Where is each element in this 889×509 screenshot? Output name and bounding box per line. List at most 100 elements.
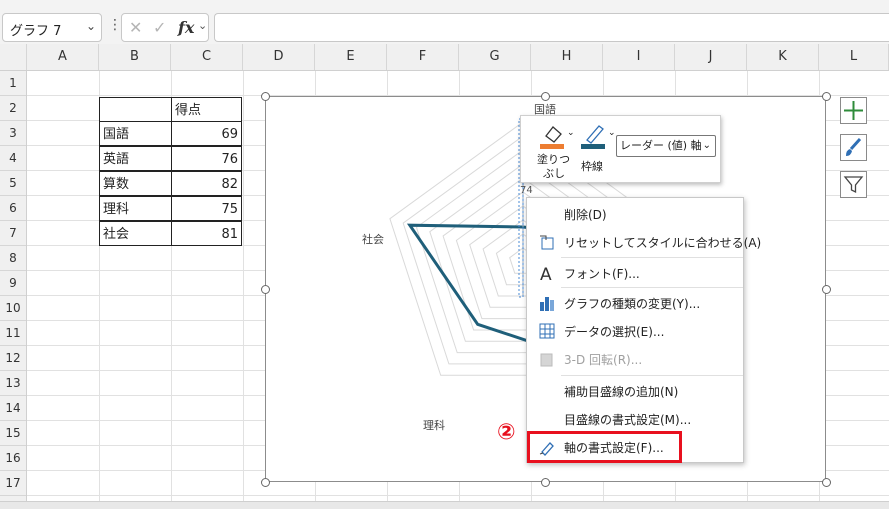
category-label: 社会 bbox=[362, 233, 384, 246]
column-header[interactable]: F bbox=[387, 44, 459, 70]
subject-cell[interactable]: 算数 bbox=[99, 171, 172, 196]
column-header[interactable]: A bbox=[27, 44, 99, 70]
chevron-down-icon[interactable]: ⌄ bbox=[198, 19, 207, 32]
resize-handle[interactable] bbox=[822, 285, 831, 294]
menu-item-label: データの選択(E)... bbox=[564, 325, 665, 339]
insert-function-button[interactable]: fx bbox=[178, 18, 194, 37]
menu-item-3d-rotation: 3-D 回転(R)... bbox=[527, 345, 743, 373]
chevron-down-icon[interactable]: ⌄ bbox=[567, 128, 575, 138]
chart-styles-button[interactable] bbox=[840, 134, 867, 161]
filter-icon bbox=[843, 176, 864, 194]
resize-handle[interactable] bbox=[261, 285, 270, 294]
subject-cell[interactable]: 理科 bbox=[99, 196, 172, 221]
row-header[interactable]: 14 bbox=[0, 396, 26, 421]
menu-item-select-data[interactable]: データの選択(E)... bbox=[527, 317, 743, 345]
menu-item-label: 目盛線の書式設定(M)... bbox=[564, 413, 692, 427]
chart-element-selector-value: レーダー (値) 軸 bbox=[620, 139, 702, 152]
subject-cell[interactable]: 国語 bbox=[99, 121, 172, 146]
outline-button[interactable]: ⌄ 枠線 bbox=[581, 120, 616, 178]
chart-type-icon bbox=[540, 297, 554, 311]
fill-label: ぶし bbox=[543, 167, 565, 180]
formula-input[interactable] bbox=[214, 13, 889, 42]
menu-item-label: 3-D 回転(R)... bbox=[564, 353, 643, 367]
cancel-icon[interactable]: ✕ bbox=[129, 18, 142, 37]
column-header[interactable]: J bbox=[675, 44, 747, 70]
pen-icon bbox=[581, 125, 605, 149]
resize-handle[interactable] bbox=[541, 92, 550, 101]
row-header[interactable]: 12 bbox=[0, 346, 26, 371]
font-icon: A bbox=[540, 265, 552, 282]
row-header[interactable]: 3 bbox=[0, 121, 26, 146]
row-header[interactable]: 13 bbox=[0, 371, 26, 396]
menu-item-label: 削除(D) bbox=[564, 208, 607, 222]
score-cell[interactable]: 76 bbox=[171, 146, 242, 171]
resize-handle[interactable] bbox=[822, 92, 831, 101]
column-header[interactable]: B bbox=[99, 44, 171, 70]
row-header[interactable]: 17 bbox=[0, 471, 26, 496]
chevron-down-icon[interactable]: ⌄ bbox=[608, 128, 616, 138]
step-callout: ② bbox=[497, 420, 516, 445]
paint-bucket-icon bbox=[540, 126, 564, 149]
chart-filters-button[interactable] bbox=[840, 171, 867, 198]
outline-label: 枠線 bbox=[581, 160, 603, 173]
chevron-down-icon[interactable]: ⌄ bbox=[86, 19, 96, 33]
menu-item-add-minor-gridlines[interactable]: 補助目盛線の追加(N) bbox=[527, 377, 743, 405]
row-header[interactable]: 7 bbox=[0, 221, 26, 246]
row-header[interactable]: 8 bbox=[0, 246, 26, 271]
column-header[interactable]: C bbox=[171, 44, 243, 70]
resize-handle[interactable] bbox=[261, 478, 270, 487]
subject-cell[interactable]: 英語 bbox=[99, 146, 172, 171]
resize-handle[interactable] bbox=[261, 92, 270, 101]
fill-button[interactable]: ⌄ 塗りつ ぶし bbox=[537, 120, 583, 180]
chart-elements-button[interactable] bbox=[840, 97, 867, 124]
row-header[interactable]: 5 bbox=[0, 171, 26, 196]
column-header[interactable]: I bbox=[603, 44, 675, 70]
menu-item-label: フォント(F)... bbox=[564, 267, 640, 281]
menu-item-format-gridlines[interactable]: 目盛線の書式設定(M)... bbox=[527, 405, 743, 433]
axis-tick-label: 74 bbox=[520, 185, 533, 196]
reset-style-icon bbox=[540, 235, 554, 250]
column-header[interactable]: E bbox=[315, 44, 387, 70]
menu-item-reset-style[interactable]: リセットしてスタイルに合わせる(A) bbox=[527, 228, 761, 256]
chevron-down-icon[interactable]: ⌄ bbox=[703, 136, 711, 156]
table-header-score[interactable]: 得点 bbox=[171, 97, 242, 122]
highlight-box bbox=[527, 431, 682, 463]
row-header[interactable]: 2 bbox=[0, 96, 26, 121]
score-cell[interactable]: 81 bbox=[171, 221, 242, 246]
row-header[interactable]: 1 bbox=[0, 71, 26, 96]
chart-element-selector[interactable]: レーダー (値) 軸 ⌄ bbox=[616, 135, 716, 157]
column-header[interactable]: L bbox=[819, 44, 889, 70]
score-cell[interactable]: 75 bbox=[171, 196, 242, 221]
name-box[interactable]: グラフ 7 ⌄ bbox=[2, 13, 102, 42]
row-header[interactable]: 6 bbox=[0, 196, 26, 221]
enter-icon[interactable]: ✓ bbox=[153, 18, 166, 37]
select-all-corner[interactable] bbox=[0, 44, 27, 70]
row-headers: 1 2 3 4 5 6 7 8 9 10 11 12 13 14 15 16 1… bbox=[0, 71, 27, 501]
resize-handle[interactable] bbox=[822, 478, 831, 487]
row-header[interactable]: 4 bbox=[0, 146, 26, 171]
row-header[interactable]: 16 bbox=[0, 446, 26, 471]
column-header[interactable]: H bbox=[531, 44, 603, 70]
score-cell[interactable]: 82 bbox=[171, 171, 242, 196]
more-options-icon[interactable]: ⋮ bbox=[108, 17, 122, 33]
row-header[interactable]: 9 bbox=[0, 271, 26, 296]
brush-icon bbox=[846, 137, 862, 156]
subject-cell[interactable]: 社会 bbox=[99, 221, 172, 246]
column-header[interactable]: G bbox=[459, 44, 531, 70]
row-header[interactable]: 10 bbox=[0, 296, 26, 321]
row-header[interactable]: 11 bbox=[0, 321, 26, 346]
3d-rotation-icon bbox=[540, 353, 553, 367]
menu-item-font[interactable]: A フォント(F)... bbox=[527, 259, 743, 287]
column-header[interactable]: K bbox=[747, 44, 819, 70]
menu-item-change-chart-type[interactable]: グラフの種類の変更(Y)... bbox=[527, 289, 743, 317]
menu-item-delete[interactable]: 削除(D) bbox=[527, 200, 743, 228]
formula-buttons: ✕ ✓ fx ⌄ bbox=[121, 13, 209, 42]
name-box-value: グラフ 7 bbox=[10, 24, 62, 39]
score-cell[interactable]: 69 bbox=[171, 121, 242, 146]
row-header[interactable]: 15 bbox=[0, 421, 26, 446]
category-label: 理科 bbox=[423, 419, 445, 432]
resize-handle[interactable] bbox=[541, 478, 550, 487]
column-header[interactable]: D bbox=[243, 44, 315, 70]
table-corner-cell[interactable] bbox=[99, 97, 172, 122]
svg-text:A: A bbox=[540, 265, 552, 282]
